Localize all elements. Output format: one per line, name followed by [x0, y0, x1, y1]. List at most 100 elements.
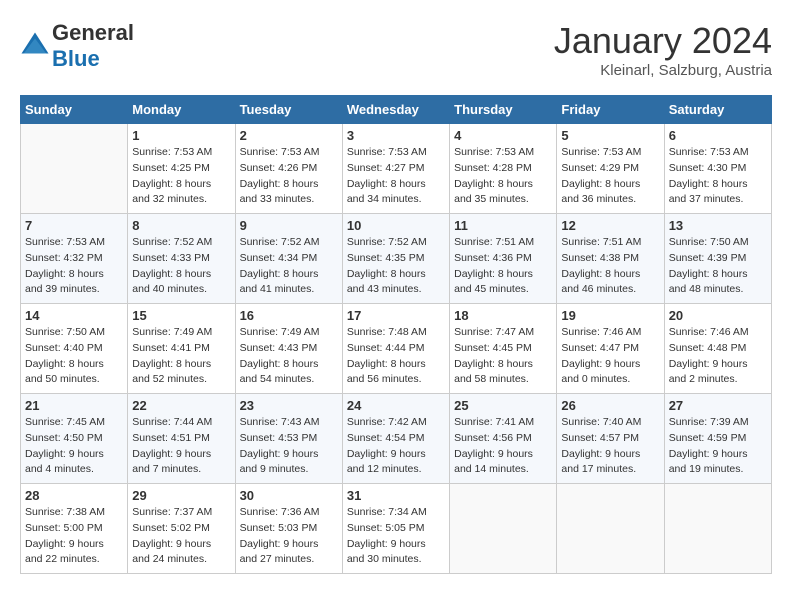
day-info: Sunrise: 7:53 AMSunset: 4:29 PMDaylight:…: [561, 145, 659, 208]
day-number: 16: [240, 308, 338, 323]
calendar-cell: 10 Sunrise: 7:52 AMSunset: 4:35 PMDayligh…: [342, 214, 449, 304]
day-number: 28: [25, 488, 123, 503]
calendar-cell: 4 Sunrise: 7:53 AMSunset: 4:28 PMDaylight…: [450, 124, 557, 214]
title-block: January 2024 Kleinarl, Salzburg, Austria: [554, 20, 772, 79]
calendar-cell: [664, 484, 771, 574]
day-info: Sunrise: 7:53 AMSunset: 4:32 PMDaylight:…: [25, 235, 123, 298]
day-info: Sunrise: 7:36 AMSunset: 5:03 PMDaylight:…: [240, 505, 338, 568]
day-number: 20: [669, 308, 767, 323]
calendar-week-row: 7 Sunrise: 7:53 AMSunset: 4:32 PMDaylight…: [21, 214, 772, 304]
day-number: 6: [669, 128, 767, 143]
location-subtitle: Kleinarl, Salzburg, Austria: [554, 62, 772, 79]
day-info: Sunrise: 7:37 AMSunset: 5:02 PMDaylight:…: [132, 505, 230, 568]
calendar-cell: 7 Sunrise: 7:53 AMSunset: 4:32 PMDaylight…: [21, 214, 128, 304]
day-number: 14: [25, 308, 123, 323]
day-number: 17: [347, 308, 445, 323]
day-number: 10: [347, 218, 445, 233]
calendar-header-row: SundayMondayTuesdayWednesdayThursdayFrid…: [21, 96, 772, 124]
calendar-cell: 12 Sunrise: 7:51 AMSunset: 4:38 PMDayligh…: [557, 214, 664, 304]
day-info: Sunrise: 7:40 AMSunset: 4:57 PMDaylight:…: [561, 415, 659, 478]
day-number: 25: [454, 398, 552, 413]
calendar-cell: 5 Sunrise: 7:53 AMSunset: 4:29 PMDaylight…: [557, 124, 664, 214]
day-info: Sunrise: 7:53 AMSunset: 4:28 PMDaylight:…: [454, 145, 552, 208]
day-number: 21: [25, 398, 123, 413]
calendar-cell: 21 Sunrise: 7:45 AMSunset: 4:50 PMDayligh…: [21, 394, 128, 484]
day-info: Sunrise: 7:51 AMSunset: 4:36 PMDaylight:…: [454, 235, 552, 298]
weekday-header: Wednesday: [342, 96, 449, 124]
calendar-cell: [557, 484, 664, 574]
calendar-week-row: 1 Sunrise: 7:53 AMSunset: 4:25 PMDaylight…: [21, 124, 772, 214]
day-number: 3: [347, 128, 445, 143]
day-info: Sunrise: 7:46 AMSunset: 4:48 PMDaylight:…: [669, 325, 767, 388]
day-number: 15: [132, 308, 230, 323]
calendar-cell: 30Sunrise: 7:36 AMSunset: 5:03 PMDayligh…: [235, 484, 342, 574]
day-number: 7: [25, 218, 123, 233]
day-info: Sunrise: 7:48 AMSunset: 4:44 PMDaylight:…: [347, 325, 445, 388]
calendar-cell: 31 Sunrise: 7:34 AMSunset: 5:05 PMDayligh…: [342, 484, 449, 574]
day-info: Sunrise: 7:53 AMSunset: 4:26 PMDaylight:…: [240, 145, 338, 208]
day-number: 4: [454, 128, 552, 143]
calendar-week-row: 21 Sunrise: 7:45 AMSunset: 4:50 PMDayligh…: [21, 394, 772, 484]
calendar-cell: 1 Sunrise: 7:53 AMSunset: 4:25 PMDaylight…: [128, 124, 235, 214]
day-number: 29: [132, 488, 230, 503]
calendar-cell: 9 Sunrise: 7:52 AMSunset: 4:34 PMDaylight…: [235, 214, 342, 304]
weekday-header: Saturday: [664, 96, 771, 124]
day-number: 27: [669, 398, 767, 413]
day-info: Sunrise: 7:52 AMSunset: 4:34 PMDaylight:…: [240, 235, 338, 298]
day-number: 18: [454, 308, 552, 323]
weekday-header: Sunday: [21, 96, 128, 124]
calendar-cell: 15Sunrise: 7:49 AMSunset: 4:41 PMDayligh…: [128, 304, 235, 394]
calendar-week-row: 28Sunrise: 7:38 AMSunset: 5:00 PMDayligh…: [21, 484, 772, 574]
calendar-cell: 29 Sunrise: 7:37 AMSunset: 5:02 PMDayligh…: [128, 484, 235, 574]
calendar-body: 1 Sunrise: 7:53 AMSunset: 4:25 PMDaylight…: [21, 124, 772, 574]
day-info: Sunrise: 7:49 AMSunset: 4:43 PMDaylight:…: [240, 325, 338, 388]
logo-general: General: [52, 20, 134, 45]
day-number: 13: [669, 218, 767, 233]
day-info: Sunrise: 7:50 AMSunset: 4:40 PMDaylight:…: [25, 325, 123, 388]
calendar-cell: 20 Sunrise: 7:46 AMSunset: 4:48 PMDayligh…: [664, 304, 771, 394]
day-info: Sunrise: 7:42 AMSunset: 4:54 PMDaylight:…: [347, 415, 445, 478]
day-info: Sunrise: 7:52 AMSunset: 4:33 PMDaylight:…: [132, 235, 230, 298]
calendar-cell: 2Sunrise: 7:53 AMSunset: 4:26 PMDaylight…: [235, 124, 342, 214]
calendar-cell: 18 Sunrise: 7:47 AMSunset: 4:45 PMDayligh…: [450, 304, 557, 394]
weekday-header: Tuesday: [235, 96, 342, 124]
calendar-cell: 19Sunrise: 7:46 AMSunset: 4:47 PMDayligh…: [557, 304, 664, 394]
month-title: January 2024: [554, 20, 772, 62]
calendar-cell: [450, 484, 557, 574]
calendar-cell: 28Sunrise: 7:38 AMSunset: 5:00 PMDayligh…: [21, 484, 128, 574]
day-info: Sunrise: 7:47 AMSunset: 4:45 PMDaylight:…: [454, 325, 552, 388]
day-number: 1: [132, 128, 230, 143]
day-number: 12: [561, 218, 659, 233]
calendar-cell: 24 Sunrise: 7:42 AMSunset: 4:54 PMDayligh…: [342, 394, 449, 484]
day-info: Sunrise: 7:45 AMSunset: 4:50 PMDaylight:…: [25, 415, 123, 478]
weekday-header: Friday: [557, 96, 664, 124]
day-info: Sunrise: 7:52 AMSunset: 4:35 PMDaylight:…: [347, 235, 445, 298]
calendar-cell: 3 Sunrise: 7:53 AMSunset: 4:27 PMDaylight…: [342, 124, 449, 214]
logo: General Blue: [20, 20, 134, 72]
day-info: Sunrise: 7:39 AMSunset: 4:59 PMDaylight:…: [669, 415, 767, 478]
calendar-cell: 14 Sunrise: 7:50 AMSunset: 4:40 PMDayligh…: [21, 304, 128, 394]
calendar-cell: 22Sunrise: 7:44 AMSunset: 4:51 PMDayligh…: [128, 394, 235, 484]
day-info: Sunrise: 7:51 AMSunset: 4:38 PMDaylight:…: [561, 235, 659, 298]
day-info: Sunrise: 7:53 AMSunset: 4:25 PMDaylight:…: [132, 145, 230, 208]
calendar-cell: 23Sunrise: 7:43 AMSunset: 4:53 PMDayligh…: [235, 394, 342, 484]
calendar-cell: 11Sunrise: 7:51 AMSunset: 4:36 PMDayligh…: [450, 214, 557, 304]
calendar-cell: [21, 124, 128, 214]
weekday-header: Thursday: [450, 96, 557, 124]
calendar-cell: 27 Sunrise: 7:39 AMSunset: 4:59 PMDayligh…: [664, 394, 771, 484]
day-info: Sunrise: 7:34 AMSunset: 5:05 PMDaylight:…: [347, 505, 445, 568]
day-number: 9: [240, 218, 338, 233]
day-number: 24: [347, 398, 445, 413]
calendar-cell: 6Sunrise: 7:53 AMSunset: 4:30 PMDaylight…: [664, 124, 771, 214]
day-info: Sunrise: 7:43 AMSunset: 4:53 PMDaylight:…: [240, 415, 338, 478]
day-info: Sunrise: 7:46 AMSunset: 4:47 PMDaylight:…: [561, 325, 659, 388]
calendar-cell: 25 Sunrise: 7:41 AMSunset: 4:56 PMDayligh…: [450, 394, 557, 484]
calendar-cell: 26Sunrise: 7:40 AMSunset: 4:57 PMDayligh…: [557, 394, 664, 484]
day-info: Sunrise: 7:41 AMSunset: 4:56 PMDaylight:…: [454, 415, 552, 478]
day-info: Sunrise: 7:53 AMSunset: 4:27 PMDaylight:…: [347, 145, 445, 208]
calendar-cell: 8Sunrise: 7:52 AMSunset: 4:33 PMDaylight…: [128, 214, 235, 304]
page-header: General Blue January 2024 Kleinarl, Salz…: [20, 20, 772, 79]
day-number: 5: [561, 128, 659, 143]
day-number: 22: [132, 398, 230, 413]
day-number: 31: [347, 488, 445, 503]
